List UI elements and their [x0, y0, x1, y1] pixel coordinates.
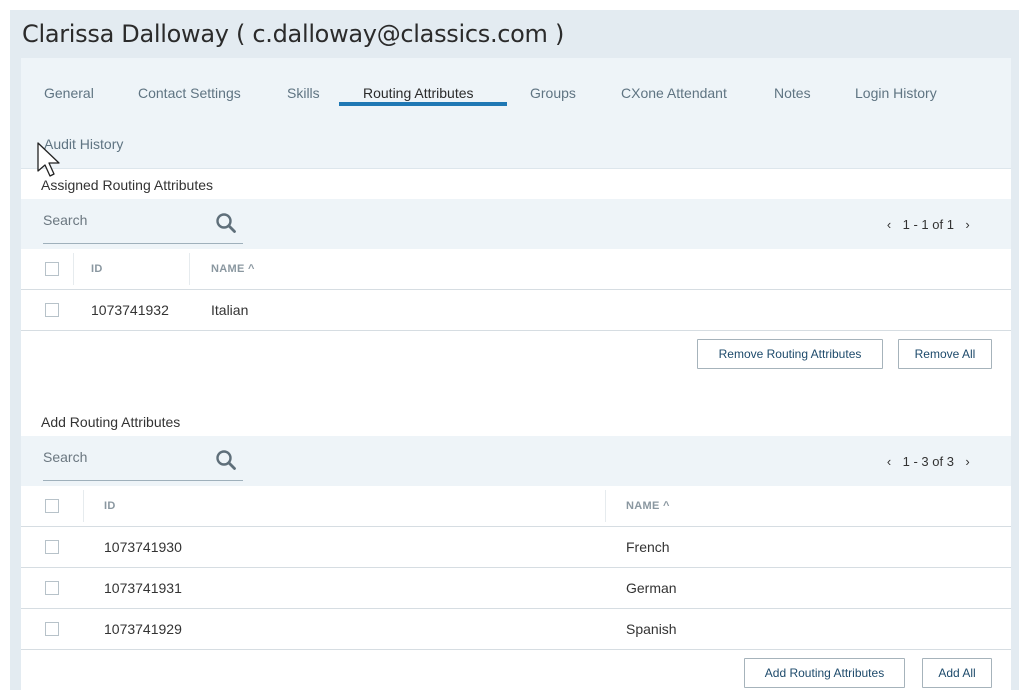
- row-checkbox[interactable]: [45, 540, 59, 554]
- add-pager: ‹ 1 - 3 of 3 ›: [883, 454, 974, 469]
- search-icon[interactable]: [215, 449, 237, 471]
- row-name: Italian: [211, 302, 249, 318]
- column-header-id[interactable]: ID: [104, 500, 116, 512]
- pager-next-button[interactable]: ›: [962, 217, 974, 232]
- tab-audit-history[interactable]: Audit History: [44, 119, 123, 169]
- select-all-checkbox[interactable]: [45, 262, 59, 276]
- row-name: German: [626, 580, 677, 596]
- pager-range: 1 - 3 of 3: [902, 454, 954, 469]
- pager-prev-button[interactable]: ‹: [883, 454, 895, 469]
- search-icon[interactable]: [215, 212, 237, 234]
- assigned-search-input[interactable]: [43, 212, 203, 228]
- row-name: Spanish: [626, 621, 677, 637]
- add-table-header: ID NAME ^: [21, 486, 1011, 527]
- table-row[interactable]: 1073741930 French: [21, 527, 1011, 568]
- tab-skills[interactable]: Skills: [287, 68, 320, 118]
- add-toolbar: ‹ 1 - 3 of 3 ›: [21, 436, 1011, 486]
- row-checkbox[interactable]: [45, 622, 59, 636]
- column-divider: [189, 253, 190, 285]
- add-routing-attributes-button[interactable]: Add Routing Attributes: [744, 658, 905, 688]
- tab-notes[interactable]: Notes: [774, 68, 811, 118]
- add-search: [43, 436, 243, 481]
- tab-contact-settings[interactable]: Contact Settings: [138, 68, 241, 118]
- column-divider: [83, 490, 84, 522]
- user-details-container: Clarissa Dalloway ( c.dalloway@classics.…: [10, 10, 1019, 690]
- column-header-name[interactable]: NAME ^: [211, 263, 255, 275]
- pager-next-button[interactable]: ›: [962, 454, 974, 469]
- remove-all-button[interactable]: Remove All: [898, 339, 992, 369]
- row-checkbox[interactable]: [45, 303, 59, 317]
- tab-bar: General Contact Settings Skills Routing …: [21, 58, 1011, 169]
- row-id: 1073741932: [91, 302, 169, 318]
- content-panel: General Contact Settings Skills Routing …: [21, 58, 1011, 690]
- tab-routing-attributes[interactable]: Routing Attributes: [363, 68, 474, 118]
- tab-cxone-attendant[interactable]: CXone Attendant: [621, 68, 727, 118]
- row-checkbox[interactable]: [45, 581, 59, 595]
- assigned-toolbar: ‹ 1 - 1 of 1 ›: [21, 199, 1011, 249]
- table-row[interactable]: 1073741931 German: [21, 568, 1011, 609]
- tab-groups[interactable]: Groups: [530, 68, 576, 118]
- add-section-title: Add Routing Attributes: [41, 414, 181, 430]
- column-header-name[interactable]: NAME ^: [626, 500, 670, 512]
- column-divider: [73, 253, 74, 285]
- row-name: French: [626, 539, 670, 555]
- pager-prev-button[interactable]: ‹: [883, 217, 895, 232]
- table-row[interactable]: 1073741932 Italian: [21, 290, 1011, 331]
- pager-range: 1 - 1 of 1: [902, 217, 954, 232]
- assigned-section-title: Assigned Routing Attributes: [41, 177, 213, 193]
- row-id: 1073741930: [104, 539, 182, 555]
- row-id: 1073741931: [104, 580, 182, 596]
- tab-general[interactable]: General: [44, 68, 94, 118]
- assigned-table-header: ID NAME ^: [21, 249, 1011, 290]
- column-header-id[interactable]: ID: [91, 263, 103, 275]
- assigned-search: [43, 199, 243, 244]
- add-search-input[interactable]: [43, 449, 203, 465]
- active-tab-indicator: [339, 102, 507, 106]
- add-all-button[interactable]: Add All: [922, 658, 992, 688]
- tab-login-history[interactable]: Login History: [855, 68, 937, 118]
- remove-routing-attributes-button[interactable]: Remove Routing Attributes: [697, 339, 883, 369]
- row-id: 1073741929: [104, 621, 182, 637]
- column-divider: [605, 490, 606, 522]
- table-row[interactable]: 1073741929 Spanish: [21, 609, 1011, 650]
- page-title: Clarissa Dalloway ( c.dalloway@classics.…: [22, 20, 565, 48]
- select-all-checkbox[interactable]: [45, 499, 59, 513]
- assigned-pager: ‹ 1 - 1 of 1 ›: [883, 217, 974, 232]
